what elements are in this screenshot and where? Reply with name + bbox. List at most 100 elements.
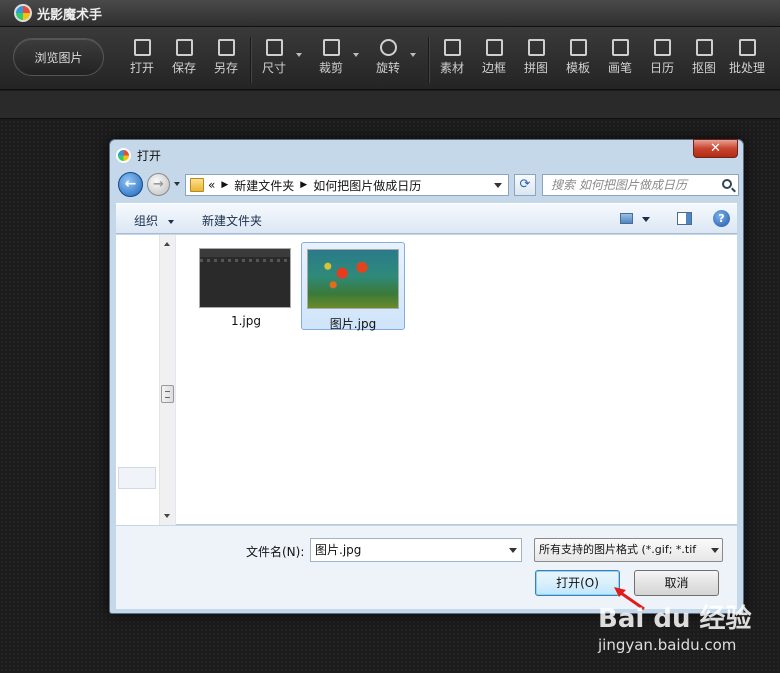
new-folder-button[interactable]: 新建文件夹 bbox=[202, 212, 262, 229]
chevron-right-icon: ▶ bbox=[221, 180, 229, 190]
forward-button[interactable]: → bbox=[147, 173, 170, 196]
tool-calendar-button[interactable]: 日历 bbox=[642, 39, 682, 83]
tool-rotate-button[interactable]: 旋转 bbox=[368, 39, 416, 83]
search-placeholder: 搜索 如何把图片做成日历 bbox=[551, 178, 687, 192]
rotate-icon bbox=[379, 39, 397, 56]
tool-label: 日历 bbox=[649, 61, 674, 75]
tool-label: 裁剪 bbox=[318, 61, 343, 75]
tool-batch-button[interactable]: 批处理 bbox=[725, 39, 769, 83]
tool-label: 抠图 bbox=[691, 61, 716, 75]
search-icon[interactable] bbox=[722, 179, 732, 189]
tool-label: 边框 bbox=[481, 61, 506, 75]
tool-brush-button[interactable]: 画笔 bbox=[600, 39, 640, 83]
template-icon bbox=[569, 39, 587, 56]
close-button[interactable]: ✕ bbox=[693, 139, 738, 158]
watermark: Bai du 经验 jingyan.baidu.com bbox=[598, 598, 778, 658]
chevron-down-icon[interactable] bbox=[711, 548, 719, 553]
tool-label: 拼图 bbox=[523, 61, 548, 75]
tool-label: 尺寸 bbox=[261, 61, 286, 75]
navigation-pane bbox=[116, 235, 176, 525]
tool-label: 批处理 bbox=[728, 61, 765, 75]
command-bar: 组织 新建文件夹 ? bbox=[116, 203, 737, 234]
toolbar-separator bbox=[428, 37, 429, 83]
filetype-select[interactable]: 所有支持的图片格式 (*.gif; *.tif bbox=[534, 538, 723, 562]
app-title: 光影魔术手 bbox=[37, 7, 103, 23]
navigation-pane-item[interactable] bbox=[118, 467, 156, 489]
tool-material-button[interactable]: 素材 bbox=[432, 39, 472, 83]
file-browser-pane: 1.jpg 图片.jpg bbox=[116, 235, 737, 525]
browse-images-button[interactable]: 浏览图片 bbox=[13, 38, 104, 76]
search-input[interactable]: 搜索 如何把图片做成日历 bbox=[542, 174, 739, 196]
scroll-down-icon[interactable] bbox=[164, 514, 170, 518]
file-item[interactable]: 1.jpg bbox=[194, 242, 298, 330]
tool-frame-button[interactable]: 边框 bbox=[474, 39, 514, 83]
chevron-right-icon: ▶ bbox=[300, 180, 308, 190]
watermark-url: jingyan.baidu.com bbox=[598, 636, 737, 654]
organize-label: 组织 bbox=[134, 214, 159, 228]
main-toolbar: 浏览图片 打开 保存 另存 尺寸 裁剪 旋转 素材 边框 拼图 模板 画笔 日历… bbox=[0, 27, 780, 90]
view-mode-icon[interactable] bbox=[620, 213, 633, 224]
address-bar[interactable]: « ▶ 新建文件夹 ▶ 如何把图片做成日历 bbox=[185, 174, 509, 196]
tool-crop-button[interactable]: 裁剪 bbox=[311, 39, 359, 83]
folder-icon bbox=[190, 178, 204, 192]
open-button[interactable]: 打开(O) bbox=[535, 570, 620, 596]
breadcrumb-item[interactable]: 如何把图片做成日历 bbox=[313, 177, 421, 194]
material-icon bbox=[443, 39, 461, 56]
tool-save-button[interactable]: 保存 bbox=[164, 39, 204, 83]
watermark-logo: Bai du 经验 bbox=[598, 604, 752, 634]
file-item-selected[interactable]: 图片.jpg bbox=[301, 242, 405, 331]
toolbar-separator bbox=[250, 37, 251, 83]
refresh-button[interactable]: ⟳ bbox=[514, 174, 536, 196]
crop-icon bbox=[322, 39, 340, 56]
help-icon[interactable]: ? bbox=[713, 210, 730, 227]
chevron-down-icon[interactable] bbox=[410, 53, 416, 57]
open-file-dialog: 打开 ✕ ← → « ▶ 新建文件夹 ▶ 如何把图片做成日历 ⟳ 搜索 如何把图… bbox=[109, 139, 744, 614]
tool-label: 素材 bbox=[439, 61, 464, 75]
tool-label: 另存 bbox=[213, 61, 238, 75]
chevron-down-icon bbox=[167, 219, 174, 224]
app-logo-icon bbox=[14, 4, 32, 22]
sub-toolbar-strip bbox=[0, 91, 780, 119]
filename-value: 图片.jpg bbox=[315, 543, 362, 557]
chevron-down-icon[interactable] bbox=[509, 548, 517, 553]
app-titlebar: 光影魔术手 bbox=[0, 0, 780, 27]
dialog-title: 打开 bbox=[137, 148, 162, 163]
address-dropdown-icon[interactable] bbox=[494, 183, 502, 188]
tool-label: 打开 bbox=[129, 61, 154, 75]
filename-input[interactable]: 图片.jpg bbox=[310, 538, 522, 562]
history-dropdown-icon[interactable] bbox=[174, 182, 180, 186]
chevron-down-icon[interactable] bbox=[353, 53, 359, 57]
organize-menu[interactable]: 组织 bbox=[134, 212, 174, 229]
thumbnail-band bbox=[200, 259, 290, 262]
tool-label: 旋转 bbox=[375, 61, 400, 75]
brush-icon bbox=[611, 39, 629, 56]
address-prefix[interactable]: « bbox=[208, 178, 215, 192]
filename-label: 文件名(N): bbox=[246, 545, 305, 559]
file-name: 1.jpg bbox=[230, 314, 262, 328]
app-logo-icon bbox=[116, 147, 131, 163]
vertical-scrollbar[interactable] bbox=[159, 235, 175, 525]
frame-icon bbox=[485, 39, 503, 56]
filetype-value: 所有支持的图片格式 (*.gif; *.tif bbox=[539, 543, 697, 556]
file-thumbnail bbox=[307, 249, 399, 309]
chevron-down-icon[interactable] bbox=[642, 217, 650, 222]
breadcrumb-item[interactable]: 新建文件夹 bbox=[234, 177, 294, 194]
tool-cutout-button[interactable]: 抠图 bbox=[684, 39, 724, 83]
tool-template-button[interactable]: 模板 bbox=[558, 39, 598, 83]
file-name: 图片.jpg bbox=[329, 317, 377, 331]
scroll-up-icon[interactable] bbox=[164, 242, 170, 246]
scrollbar-thumb[interactable] bbox=[161, 385, 174, 403]
tool-open-button[interactable]: 打开 bbox=[122, 39, 162, 83]
tool-save-as-button[interactable]: 另存 bbox=[206, 39, 246, 83]
batch-icon bbox=[738, 39, 756, 56]
calendar-icon bbox=[653, 39, 671, 56]
tool-collage-button[interactable]: 拼图 bbox=[516, 39, 556, 83]
tool-label: 保存 bbox=[171, 61, 196, 75]
cancel-button[interactable]: 取消 bbox=[634, 570, 719, 596]
cutout-icon bbox=[695, 39, 713, 56]
tool-resize-button[interactable]: 尺寸 bbox=[254, 39, 302, 83]
navigation-row: ← → « ▶ 新建文件夹 ▶ 如何把图片做成日历 ⟳ 搜索 如何把图片做成日历 bbox=[118, 172, 739, 198]
chevron-down-icon[interactable] bbox=[296, 53, 302, 57]
preview-pane-icon[interactable] bbox=[677, 212, 692, 225]
back-button[interactable]: ← bbox=[118, 172, 143, 197]
